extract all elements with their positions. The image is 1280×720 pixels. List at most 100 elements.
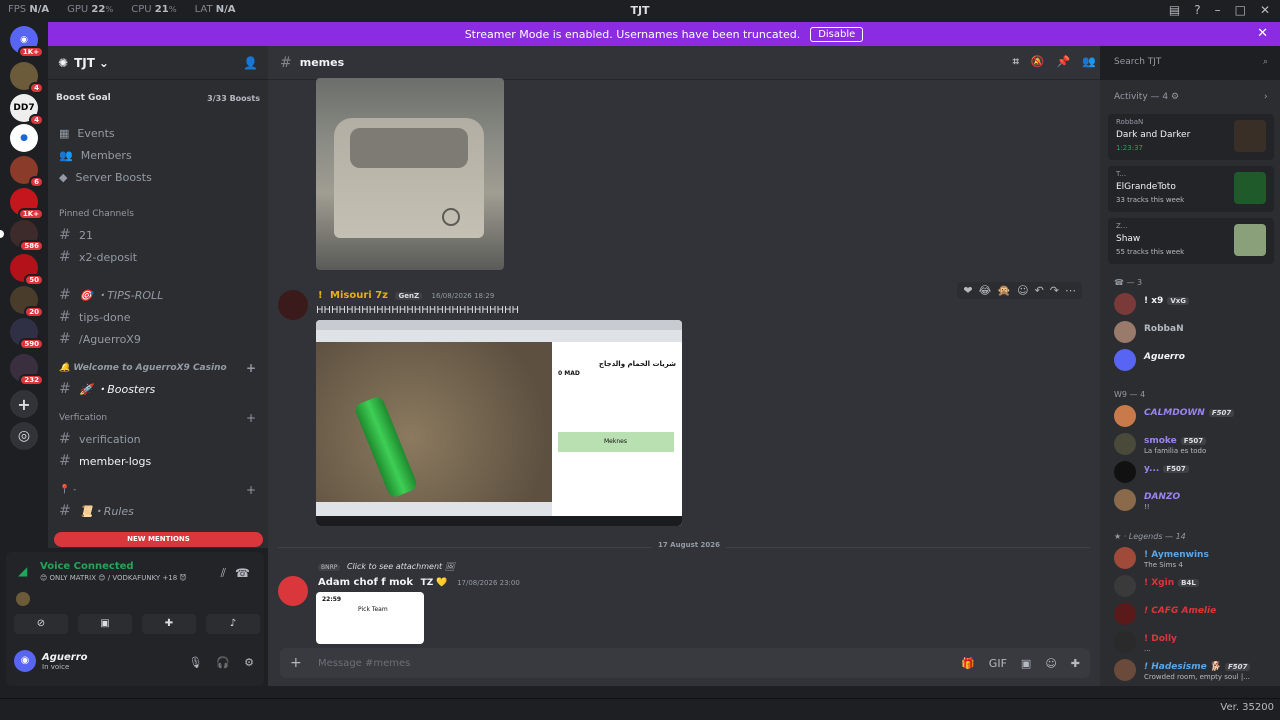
upload-plus-icon[interactable]: + bbox=[290, 655, 304, 671]
maximize-icon[interactable]: □ bbox=[1235, 3, 1246, 17]
sidebar-item-members[interactable]: 👥 Members bbox=[48, 144, 268, 166]
channel-member-logs[interactable]: # member-logs bbox=[48, 450, 268, 472]
microphone-icon[interactable]: 🎙 bbox=[188, 656, 202, 669]
sidebar-item-events[interactable]: ▦ Events bbox=[48, 122, 268, 144]
add-reaction-icon[interactable]: ☺ bbox=[1017, 284, 1028, 297]
add-channel-icon[interactable]: + bbox=[246, 483, 256, 497]
soundboard-button[interactable]: ♪ bbox=[206, 614, 260, 634]
member-item[interactable]: ! Hadesisme 🐕 F507 Crowded room, empty sou… bbox=[1114, 658, 1274, 682]
add-channel-icon[interactable]: + bbox=[246, 361, 256, 375]
heart-reaction-icon[interactable]: ❤ bbox=[963, 284, 972, 297]
server-icon[interactable]: ● bbox=[10, 124, 38, 152]
noise-suppression-icon[interactable]: ⫽ bbox=[221, 566, 226, 581]
home-discord-icon[interactable]: ◉ 1K+ bbox=[10, 26, 44, 58]
phone-screenshot-attachment[interactable]: 22:59 Pick Team bbox=[316, 592, 424, 644]
close-banner-icon[interactable]: ✕ bbox=[1257, 26, 1268, 41]
avatar[interactable] bbox=[278, 290, 308, 320]
gift-icon[interactable]: 🎁 bbox=[961, 657, 975, 670]
server-folder-icon[interactable]: 20 bbox=[10, 286, 44, 318]
search-input[interactable]: Search TJT ⌕ bbox=[1108, 52, 1274, 72]
disable-button[interactable]: Disable bbox=[810, 26, 864, 42]
screenshot-attachment[interactable]: شريات الحمام والدجاج 0 MAD Meknes bbox=[316, 320, 682, 526]
server-icon[interactable]: 586 bbox=[0, 220, 44, 252]
member-list-icon[interactable]: 👥 bbox=[1082, 55, 1096, 69]
mute-bell-icon[interactable]: 🔕 bbox=[1031, 55, 1045, 69]
close-window-icon[interactable]: ✕ bbox=[1260, 3, 1270, 17]
forward-icon[interactable]: ↷ bbox=[1050, 284, 1059, 297]
threads-icon[interactable]: ⌗ bbox=[1013, 55, 1019, 69]
settings-gear-icon[interactable]: ⚙ bbox=[244, 656, 254, 669]
activity-card[interactable]: RobbaN Dark and Darker 1:23:37 bbox=[1108, 114, 1274, 160]
apps-icon[interactable]: ✚ bbox=[1071, 657, 1080, 670]
server-icon[interactable]: 1K+ bbox=[10, 188, 44, 220]
server-folder-icon[interactable]: 590 bbox=[10, 318, 44, 350]
message-input[interactable]: Message #memes bbox=[318, 658, 410, 669]
laugh-reaction-icon[interactable]: 😂 bbox=[979, 284, 992, 297]
headphones-icon[interactable]: 🎧 bbox=[216, 656, 230, 669]
emoji-icon[interactable]: ☺ bbox=[1045, 657, 1056, 670]
boost-goal[interactable]: Boost Goal 3/33 Boosts bbox=[56, 88, 260, 108]
channel-21[interactable]: #21 bbox=[48, 224, 268, 246]
member-item[interactable]: DANZO!! bbox=[1114, 488, 1274, 512]
member-item[interactable]: ! Xgin B4L bbox=[1114, 574, 1274, 598]
new-mentions-button[interactable]: NEW MENTIONS bbox=[54, 532, 263, 547]
channel-boosters[interactable]: # 🚀 ・Boosters bbox=[48, 378, 268, 400]
member-item[interactable]: ! Aymenwins The Sims 4 bbox=[1114, 546, 1274, 570]
activity-card[interactable]: Z... Shaw 55 tracks this week bbox=[1108, 218, 1274, 264]
reply-preview[interactable]: BNRP Click to see attachment 🖼 bbox=[318, 562, 455, 571]
category-verification[interactable]: Verfication + bbox=[48, 408, 268, 428]
message-author[interactable]: Adam chof f mok TZ 💛 17/08/2026 23:00 bbox=[318, 577, 520, 588]
voice-user-avatar[interactable] bbox=[16, 592, 30, 606]
gif-icon[interactable]: GIF bbox=[989, 657, 1007, 670]
pin-icon[interactable]: 📌 bbox=[1057, 55, 1071, 69]
category-casino[interactable]: 🔔 Welcome to AguerroX9 Casino + bbox=[48, 358, 268, 378]
account-info[interactable]: ◉ Aguerro In voice bbox=[14, 650, 88, 672]
member-item[interactable]: y... F507 bbox=[1114, 460, 1274, 484]
avatar[interactable] bbox=[278, 576, 308, 606]
server-icon[interactable]: 50 bbox=[10, 254, 44, 286]
add-channel-icon[interactable]: + bbox=[246, 411, 256, 425]
invite-icon[interactable]: 👤 bbox=[243, 56, 258, 70]
server-icon[interactable]: DD7 4 bbox=[10, 94, 44, 126]
channel-rules[interactable]: # 📜・Rules bbox=[48, 500, 268, 522]
camera-off-button[interactable]: ⊘ bbox=[14, 614, 68, 634]
voice-connected-label: Voice Connected bbox=[40, 561, 134, 572]
sticker-icon[interactable]: ▣ bbox=[1021, 657, 1031, 670]
channel-x2-deposit[interactable]: # x2-deposit bbox=[48, 246, 268, 268]
voice-channel-name[interactable]: 😊 ONLY MATRIX 😊 / VODKAFUNKY +18 😈 bbox=[40, 574, 187, 582]
category-pinned[interactable]: Pinned Channels bbox=[48, 204, 268, 224]
server-header[interactable]: ✺ TJT ⌄ 👤 bbox=[48, 46, 268, 80]
member-item[interactable]: CALMDOWN F507 bbox=[1114, 404, 1274, 428]
server-icon[interactable]: 6 bbox=[10, 156, 44, 188]
category-rules[interactable]: 📍 - + bbox=[48, 480, 268, 500]
inbox-icon[interactable]: ▤ bbox=[1169, 3, 1180, 17]
server-icon[interactable]: 4 bbox=[10, 62, 44, 94]
member-item[interactable]: smoke F507 La familia es todo bbox=[1114, 432, 1274, 456]
disconnect-icon[interactable]: ☎ bbox=[235, 566, 250, 580]
channel-verification[interactable]: # verification bbox=[48, 428, 268, 450]
emoji-reaction-icon[interactable]: 🙊 bbox=[997, 284, 1011, 297]
member-item[interactable]: ! x9 VxG bbox=[1114, 292, 1274, 316]
more-options-icon[interactable]: ⋯ bbox=[1065, 284, 1076, 297]
member-name: y... bbox=[1144, 464, 1160, 474]
car-image-attachment[interactable] bbox=[316, 78, 504, 270]
member-item[interactable]: RobbaN bbox=[1114, 320, 1274, 344]
activity-header[interactable]: Activity — 4 ⚙ › bbox=[1114, 92, 1268, 102]
discover-icon[interactable]: ◎ bbox=[10, 422, 38, 450]
activity-card[interactable]: T... ElGrandeToto 33 tracks this week bbox=[1108, 166, 1274, 212]
member-item[interactable]: Aguerro bbox=[1114, 348, 1274, 372]
sidebar-item-server-boosts[interactable]: ◆ Server Boosts bbox=[48, 166, 268, 188]
help-icon[interactable]: ? bbox=[1194, 3, 1200, 17]
server-folder-icon[interactable]: 232 bbox=[10, 354, 44, 386]
channel-aguerrox9[interactable]: # /AguerroX9 bbox=[48, 328, 268, 350]
channel-tips-done[interactable]: # tips-done bbox=[48, 306, 268, 328]
member-item[interactable]: ! CAFG Amelie bbox=[1114, 602, 1274, 626]
minimize-icon[interactable]: – bbox=[1215, 3, 1221, 17]
channel-tips-roll[interactable]: # 🎯 ・TIPS-ROLL bbox=[48, 284, 268, 306]
member-item[interactable]: ! Dolly... bbox=[1114, 630, 1274, 654]
reply-icon[interactable]: ↶ bbox=[1035, 284, 1044, 297]
screen-share-button[interactable]: ▣ bbox=[78, 614, 132, 634]
activities-button[interactable]: ✚ bbox=[142, 614, 196, 634]
add-server-icon[interactable]: + bbox=[10, 390, 38, 418]
message-author[interactable]: ! Misouri 7z GenZ 16/08/2026 18:29 bbox=[318, 290, 494, 301]
